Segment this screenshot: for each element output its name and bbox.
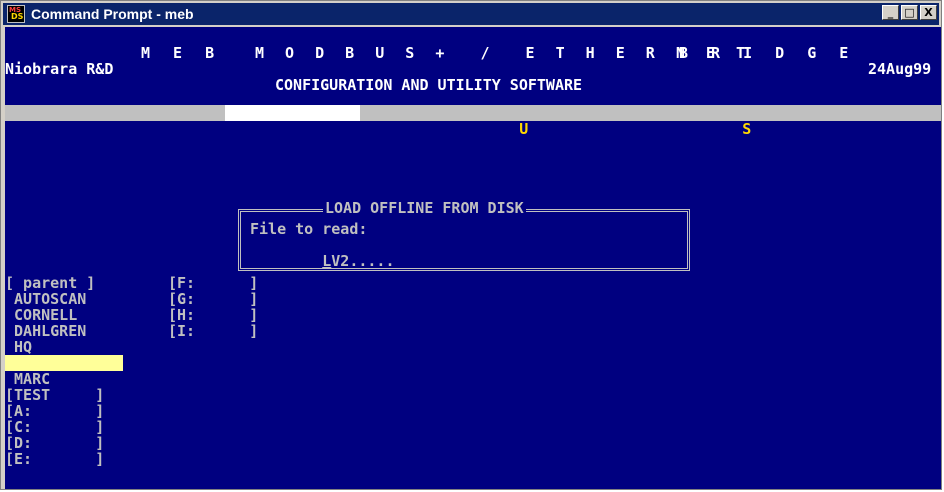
- ms-dos-icon[interactable]: MS DS: [7, 5, 25, 23]
- console-screen[interactable]: M E B M O D B U S + / E T H E R N E T B …: [5, 27, 941, 489]
- list-item[interactable]: DAHLGREN: [5, 323, 86, 339]
- menu-utility[interactable]: Utility: [447, 105, 582, 137]
- menu-offline-label: Ffline: [306, 120, 361, 138]
- list-item[interactable]: [H: ]: [168, 307, 258, 323]
- list-item[interactable]: [E: ]: [5, 451, 104, 467]
- page-subtitle: CONFIGURATION AND UTILITY SOFTWARE: [275, 76, 583, 94]
- company-name: Niobrara R&D: [5, 60, 114, 78]
- dialog-file-label: File to read:: [250, 220, 368, 238]
- window-title: Command Prompt - meb: [31, 6, 194, 22]
- minimize-button[interactable]: _: [882, 5, 899, 20]
- maximize-button[interactable]: □: [901, 5, 918, 20]
- list-item[interactable]: [C: ]: [5, 419, 104, 435]
- list-item[interactable]: [ parent ]: [5, 275, 95, 291]
- list-item[interactable]: [D: ]: [5, 435, 104, 451]
- header-bridge: B R I D G E: [679, 44, 856, 62]
- window-controls: _ □ X: [882, 5, 937, 20]
- list-item[interactable]: [A: ]: [5, 403, 104, 419]
- list-item[interactable]: [G: ]: [168, 291, 258, 307]
- load-offline-dialog: LOAD OFFLINE FROM DISK File to read: LV2…: [238, 200, 690, 271]
- console-window: MS DS Command Prompt - meb _ □ X M E B M …: [0, 0, 942, 490]
- list-item[interactable]: MARC: [5, 371, 50, 387]
- list-item[interactable]: [F: ]: [168, 275, 258, 291]
- input-cursor-char: L: [322, 252, 332, 270]
- header-meb: M E B: [141, 44, 222, 62]
- menu-quit[interactable]: Quit: [871, 105, 941, 121]
- dialog-filename-input[interactable]: LV2.....: [250, 237, 394, 269]
- list-item[interactable]: [I: ]: [168, 323, 258, 339]
- menu-online[interactable]: oNline: [5, 105, 131, 137]
- header-modbus-ethernet: M O D B U S + / E T H E R N E T: [255, 44, 752, 62]
- menu-online-hotkey: o: [77, 120, 87, 138]
- menu-utility-label: tility: [528, 120, 583, 138]
- list-item[interactable]: AUTOSCAN: [5, 291, 86, 307]
- menu-utility-hotkey: U: [519, 120, 529, 138]
- list-item[interactable]: CORNELL: [5, 307, 77, 323]
- header-date: 24Aug99: [868, 60, 932, 78]
- menu-offline-hotkey: o: [297, 120, 307, 138]
- list-item-selected[interactable]: LV2: [5, 355, 123, 371]
- menu-setup-hotkey: S: [742, 120, 752, 138]
- menu-setup[interactable]: Setup: [670, 105, 787, 137]
- menu-bar: oNline oFfline Utility Setup Quit: [5, 105, 941, 137]
- list-item[interactable]: HQ: [5, 339, 32, 355]
- menu-online-label: Nline: [86, 120, 132, 138]
- dialog-title: LOAD OFFLINE FROM DISK: [323, 199, 526, 217]
- menu-offline[interactable]: oFfline: [225, 105, 361, 137]
- title-bar[interactable]: MS DS Command Prompt - meb _ □ X: [3, 3, 939, 25]
- input-value-rest: V2.....: [331, 252, 395, 270]
- close-button[interactable]: X: [920, 5, 937, 20]
- list-item[interactable]: [TEST ]: [5, 387, 104, 403]
- menu-setup-label: etup: [751, 120, 788, 138]
